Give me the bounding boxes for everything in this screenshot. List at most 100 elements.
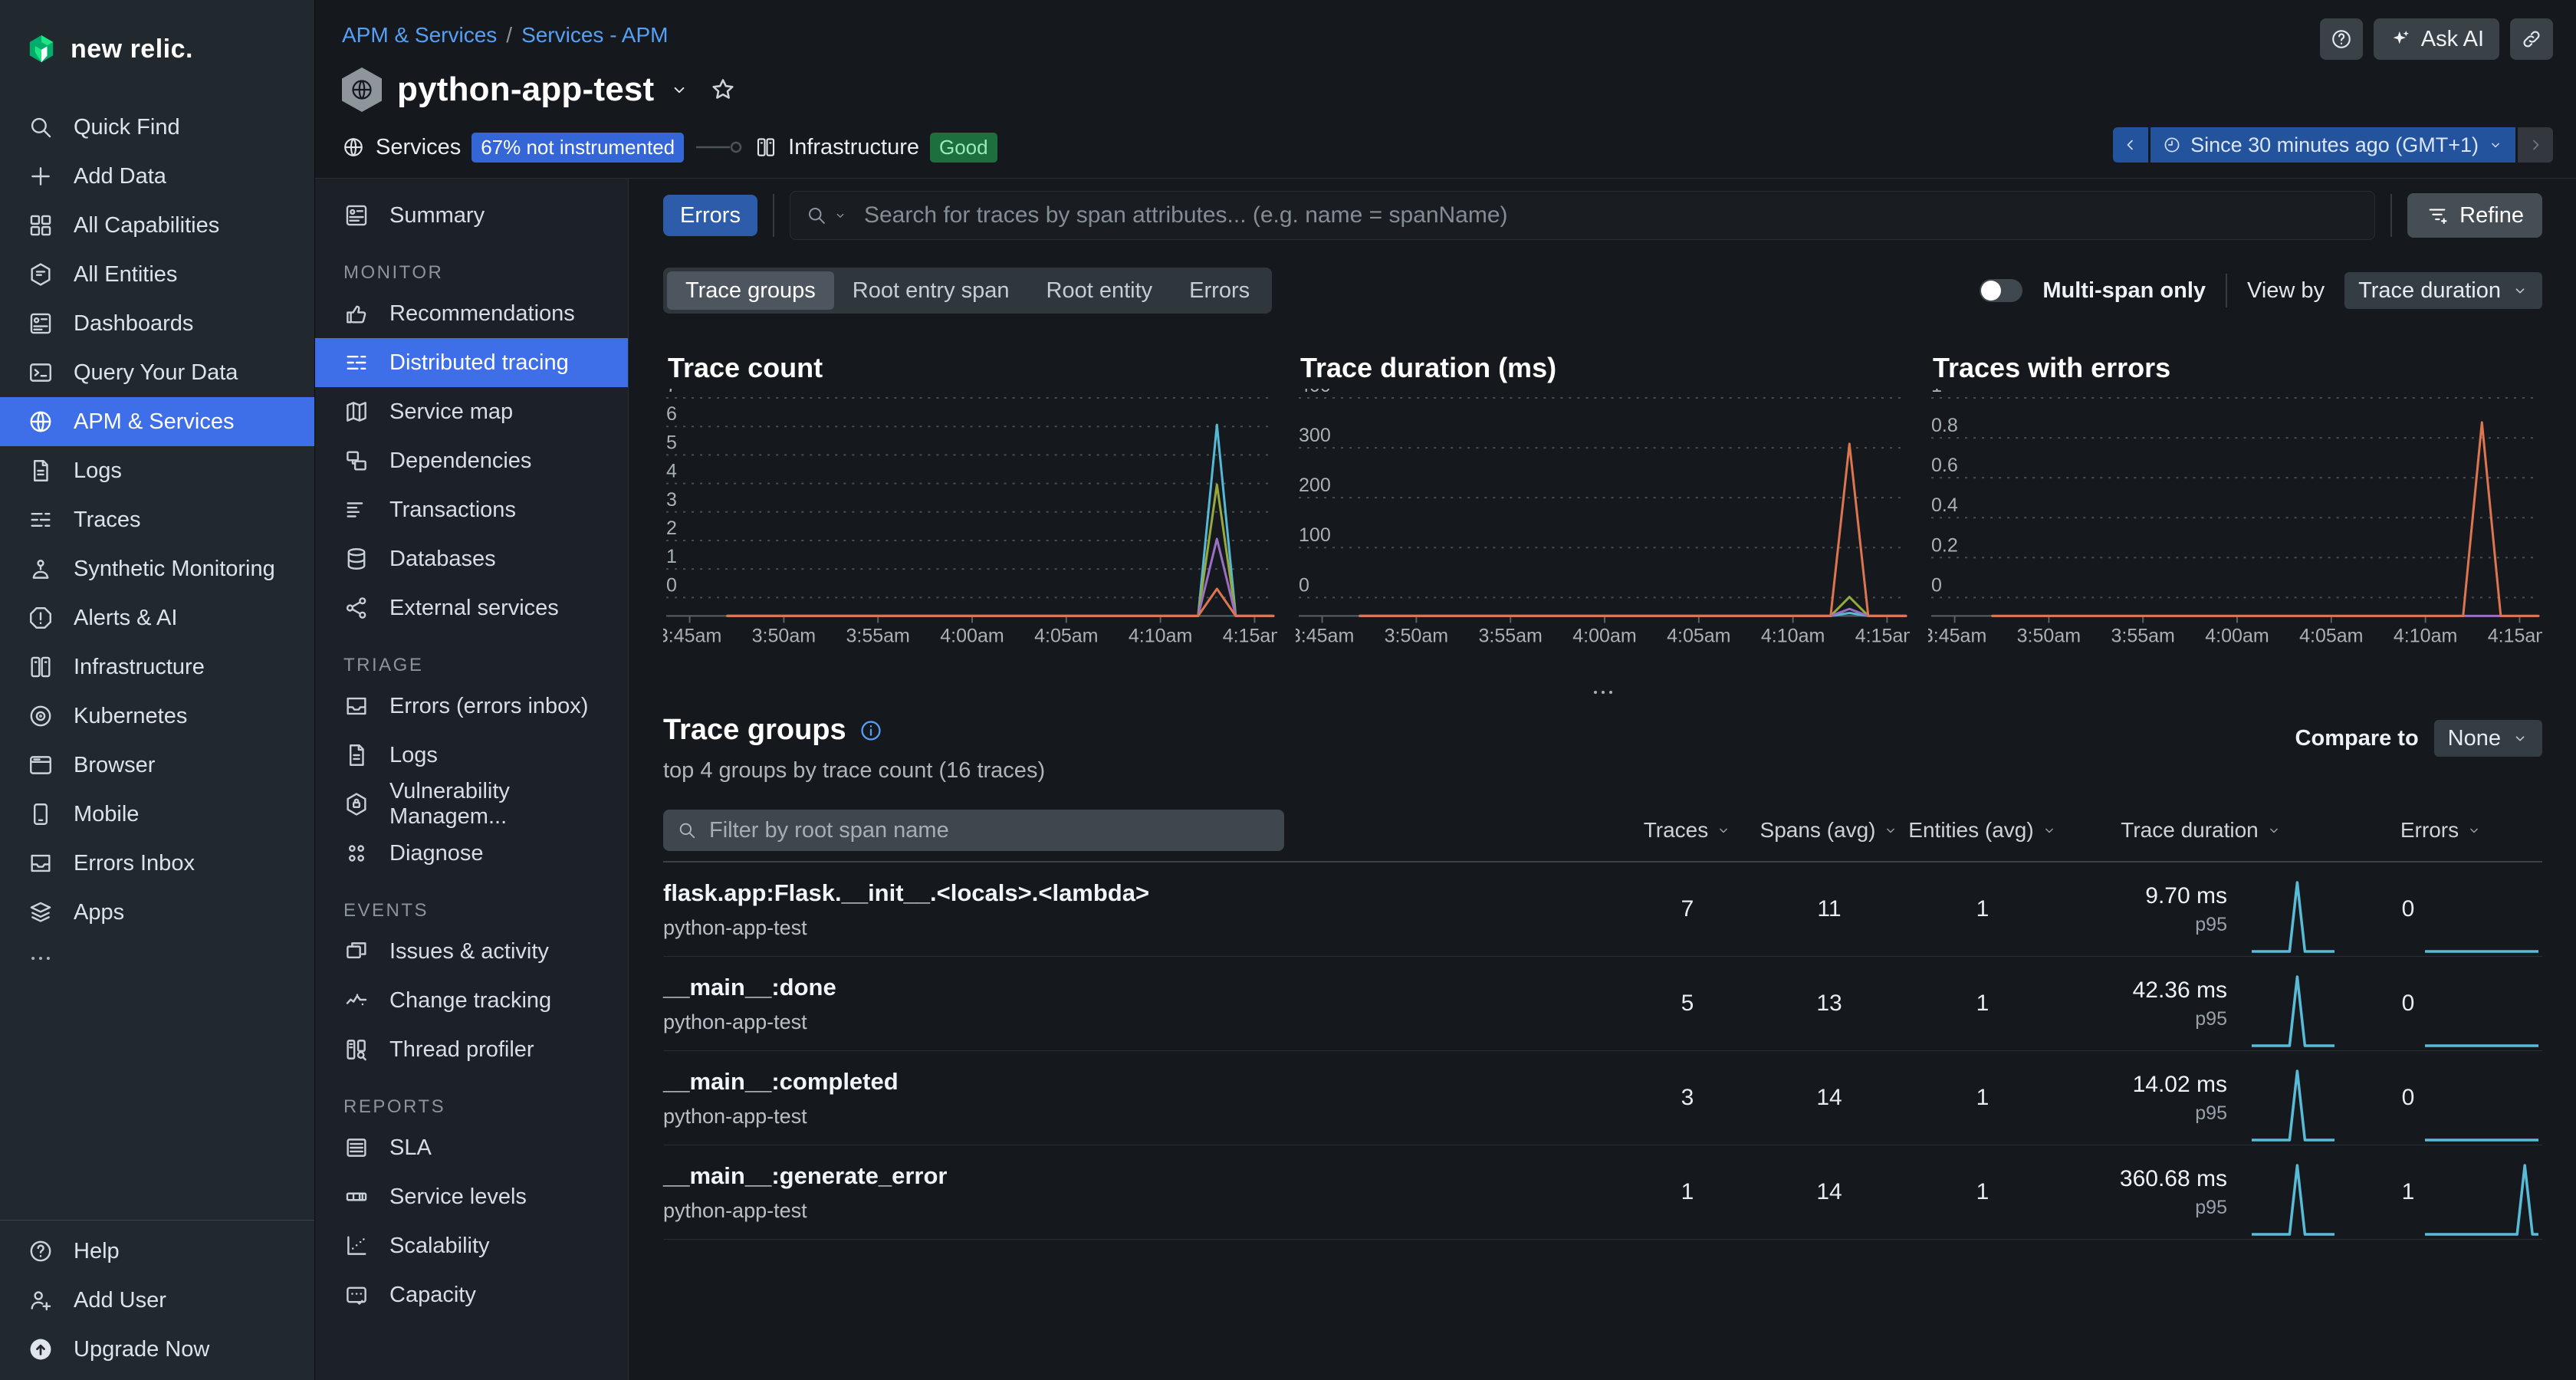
trace-search-input[interactable] (862, 202, 2360, 229)
breadcrumb-link-apm[interactable]: APM & Services (342, 23, 497, 48)
sidebar-item-label: Add Data (74, 163, 166, 189)
column-header-trace-duration[interactable]: Trace duration (2063, 818, 2339, 843)
subnav-item-vulnerability-managem-[interactable]: Vulnerability Managem... (314, 779, 628, 829)
root-span-name[interactable]: flask.app:Flask.__init__.<locals>.<lambd… (663, 879, 1618, 907)
root-span-name[interactable]: __main__:generate_error (663, 1162, 1618, 1190)
column-header-traces[interactable]: Traces (1618, 818, 1756, 843)
compare-to-dropdown[interactable]: None (2433, 720, 2542, 757)
favorite-star-icon[interactable] (709, 76, 737, 104)
charts-expander[interactable] (629, 683, 2576, 702)
trace-group-row[interactable]: __main__:completed python-app-test 3 14 1 14.… (663, 1051, 2542, 1145)
sidebar-item-traces[interactable]: Traces (0, 495, 314, 544)
sidebar-item-mobile[interactable]: Mobile (0, 790, 314, 839)
sidebar-item-all-entities[interactable]: All Entities (0, 250, 314, 299)
sidebar-item-add-data[interactable]: Add Data (0, 152, 314, 201)
sidebar-item-logs[interactable]: Logs (0, 446, 314, 495)
sidebar-item-query-your-data[interactable]: Query Your Data (0, 348, 314, 397)
subnav-item-databases[interactable]: Databases (314, 534, 628, 583)
errors-sparkline (2420, 1158, 2543, 1239)
search-icon (806, 205, 827, 226)
sidebar-footer-upgrade-now[interactable]: Upgrade Now (0, 1325, 314, 1374)
sidebar-item-synthetic-monitoring[interactable]: Synthetic Monitoring (0, 544, 314, 593)
info-icon[interactable] (859, 718, 883, 743)
sidebar-footer-help[interactable]: Help (0, 1227, 314, 1276)
entity-name: python-app-test (663, 1198, 807, 1222)
filter-plus-icon (2426, 204, 2449, 227)
subnav-item-logs[interactable]: Logs (314, 731, 628, 780)
tab-trace-groups[interactable]: Trace groups (667, 271, 834, 310)
chevron-down-icon[interactable] (669, 80, 689, 100)
svg-text:1: 1 (666, 546, 677, 567)
errors-sparkline (2420, 875, 2543, 956)
new-relic-logo-icon (25, 31, 58, 67)
errors-cell: 0 (2339, 957, 2543, 1050)
subnav-item-transactions[interactable]: Transactions (314, 485, 628, 534)
sidebar-item-alerts-ai[interactable]: Alerts & AI (0, 593, 314, 642)
ask-ai-button[interactable]: Ask AI (2373, 18, 2499, 60)
time-back-button[interactable] (2113, 127, 2149, 163)
trace-group-row[interactable]: flask.app:Flask.__init__.<locals>.<lambd… (663, 863, 2542, 957)
subnav-item-scalability[interactable]: Scalability (314, 1221, 628, 1270)
infrastructure-status-badge[interactable]: Good (929, 132, 997, 163)
tab-root-entity[interactable]: Root entity (1028, 271, 1171, 310)
sidebar-item-all-capabilities[interactable]: All Capabilities (0, 201, 314, 250)
subnav-item-issues-activity[interactable]: Issues & activity (314, 927, 628, 976)
time-forward-button[interactable] (2518, 127, 2553, 163)
subnav-item-service-map[interactable]: Service map (314, 387, 628, 436)
sidebar-item-browser[interactable]: Browser (0, 741, 314, 790)
subnav-item-label: Service levels (389, 1184, 527, 1209)
services-status-badge[interactable]: 67% not instrumented (472, 132, 685, 163)
sidebar-item-label: Dashboards (74, 310, 194, 336)
tab-root-entry-span[interactable]: Root entry span (834, 271, 1028, 310)
subnav-item-thread-profiler[interactable]: Thread profiler (314, 1025, 628, 1074)
subnav-item-external-services[interactable]: External services (314, 583, 628, 632)
subnav-item-summary[interactable]: Summary (314, 191, 628, 240)
sidebar-item-apm-services[interactable]: APM & Services (0, 397, 314, 446)
view-by-dropdown[interactable]: Trace duration (2344, 272, 2542, 309)
sidebar-item-errors-inbox[interactable]: Errors Inbox (0, 839, 314, 888)
svg-text:3: 3 (666, 489, 677, 511)
sidebar-item-kubernetes[interactable]: Kubernetes (0, 692, 314, 741)
brand-logo[interactable]: new relic. (0, 0, 314, 72)
nav-more-button[interactable] (0, 937, 314, 980)
issues-icon (343, 938, 370, 964)
document-icon (343, 742, 370, 768)
subnav-item-distributed-tracing[interactable]: Distributed tracing (314, 338, 628, 387)
subnav-item-diagnose[interactable]: Diagnose (314, 829, 628, 878)
filter-input[interactable] (708, 816, 1270, 844)
column-header-spans-avg-[interactable]: Spans (avg) (1756, 818, 1902, 843)
copy-link-button[interactable] (2510, 18, 2553, 60)
breadcrumb-link-services[interactable]: Services - APM (521, 23, 668, 48)
time-range-button[interactable]: Since 30 minutes ago (GMT+1) (2150, 127, 2515, 163)
trace-group-row[interactable]: __main__:generate_error python-app-test 1 1… (663, 1145, 2542, 1240)
subnav-item-capacity[interactable]: Capacity (314, 1270, 628, 1319)
sidebar-item-dashboards[interactable]: Dashboards (0, 299, 314, 348)
subnav-item-change-tracking[interactable]: Change tracking (314, 976, 628, 1025)
root-span-name[interactable]: __main__:completed (663, 1068, 1618, 1096)
chart-trace-duration-ms-: Trace duration (ms) 400 300 200 100 0 3:45am 3:… (1296, 332, 1910, 677)
column-header-errors[interactable]: Errors (2339, 818, 2543, 843)
errors-filter-chip[interactable]: Errors (663, 195, 757, 236)
subnav-item-errors-errors-inbox-[interactable]: Errors (errors inbox) (314, 682, 628, 731)
spans-avg: 14 (1816, 1085, 1842, 1110)
tab-errors[interactable]: Errors (1171, 271, 1268, 310)
top-actions: Ask AI (2319, 18, 2553, 60)
sidebar-item-quick-find[interactable]: Quick Find (0, 103, 314, 152)
refine-button[interactable]: Refine (2407, 193, 2542, 238)
help-button[interactable] (2319, 18, 2363, 60)
filter-box (663, 810, 1284, 851)
subnav-item-dependencies[interactable]: Dependencies (314, 436, 628, 485)
trace-group-row[interactable]: __main__:done python-app-test 5 13 1 42.36 ms… (663, 957, 2542, 1051)
subnav-item-service-levels[interactable]: Service levels (314, 1172, 628, 1221)
sidebar-item-apps[interactable]: Apps (0, 888, 314, 937)
chevron-down-icon[interactable] (833, 209, 847, 222)
multi-span-toggle[interactable] (1980, 279, 2023, 302)
sidebar-footer-add-user[interactable]: Add User (0, 1276, 314, 1325)
chart-title: Trace duration (ms) (1300, 352, 1557, 383)
subnav-item-recommendations[interactable]: Recommendations (314, 289, 628, 338)
sidebar-item-infrastructure[interactable]: Infrastructure (0, 642, 314, 692)
column-header-entities-avg-[interactable]: Entities (avg) (1902, 818, 2063, 843)
chart-plot: 1 0.8 0.6 0.4 0.2 0 3:45am 3:50am 3:55am 4:00am 4:… (1928, 389, 2542, 646)
root-span-name[interactable]: __main__:done (663, 974, 1618, 1001)
subnav-item-sla[interactable]: SLA (314, 1123, 628, 1172)
